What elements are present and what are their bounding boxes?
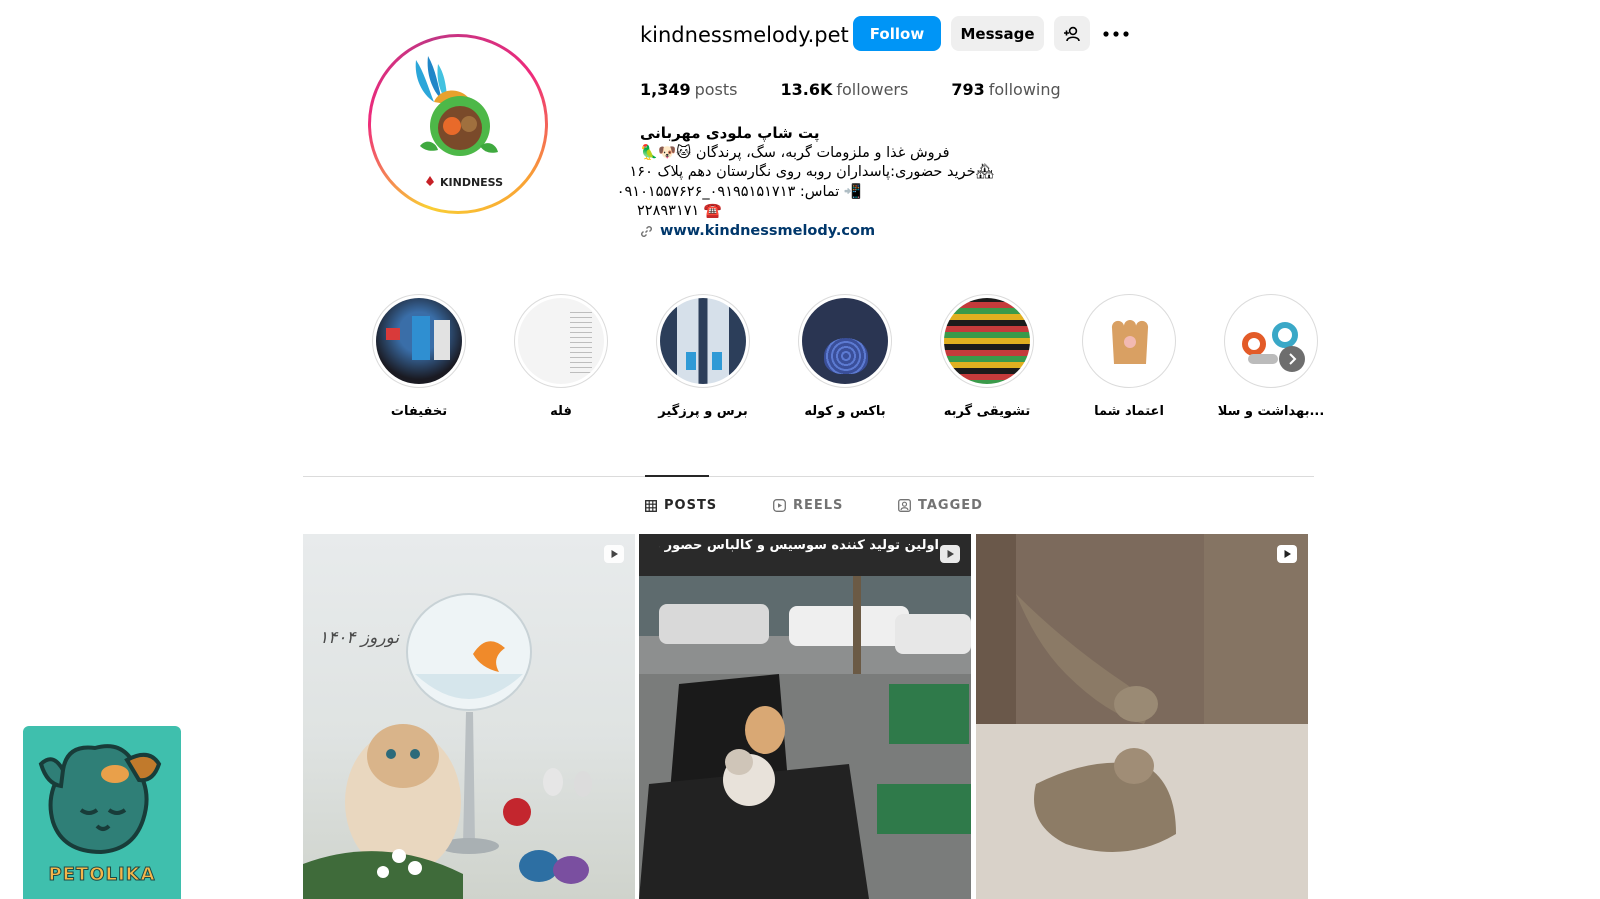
post-image-cat-fishbowl (303, 593, 592, 899)
post-image-street-cats (639, 534, 971, 899)
tab-posts-label: POSTS (664, 498, 718, 513)
followers-stat[interactable]: 13.6K followers (781, 80, 909, 99)
post-item[interactable] (976, 534, 1308, 899)
highlight-item[interactable]: اعتماد شما (1058, 294, 1200, 419)
profile-username: kindnessmelody.pet (640, 23, 849, 47)
paw-glove-icon (1111, 320, 1149, 364)
highlight-cover-cat-treats (944, 298, 1030, 384)
post-item[interactable]: اولین تولید کننده سوسیس و کالباس حصور مش… (639, 534, 971, 899)
options-button[interactable] (1096, 16, 1136, 51)
highlight-item[interactable]: تشویقی گربه (916, 294, 1058, 419)
highlight-cover-discounts (376, 298, 462, 384)
followers-count: 13.6K (780, 80, 833, 99)
highlight-cover-ring (656, 294, 750, 388)
bio-line-3: 📲 تماس: ۰۹۱۹۵۱۵۱۷۱۳_۰۹۱۰۱۵۵۷۶۲۶ (616, 183, 862, 200)
pet-faces-logo-icon (38, 744, 162, 855)
highlight-cover-ring (1082, 294, 1176, 388)
highlight-cover-hygiene (1228, 298, 1314, 384)
posts-count: 1,349 (640, 80, 691, 99)
link-icon (641, 225, 652, 237)
highlight-item[interactable]: برس و پرزگیر (632, 294, 774, 419)
bio-name: پت شاپ ملودی مهربانی (640, 124, 820, 142)
highlight-item[interactable]: فله (490, 294, 632, 419)
highlight-label: باکس و کوله (804, 404, 886, 419)
highlight-cover-bulk (518, 298, 604, 384)
add-user-icon (1064, 26, 1080, 41)
highlight-cover-ring (514, 294, 608, 388)
grid-icon (645, 499, 657, 512)
tab-tagged-label: TAGGED (918, 498, 983, 513)
followers-label: followers (836, 80, 909, 99)
following-count: 793 (951, 80, 985, 99)
tagged-icon (898, 499, 911, 512)
highlight-cover-trust (1086, 298, 1172, 384)
profile-avatar[interactable]: KINDNESS (368, 34, 548, 214)
posts-label: posts (694, 80, 738, 99)
petolika-watermark: PETOLIKA (23, 726, 181, 899)
post-image-playing-cats (976, 534, 1308, 899)
tab-reels-label: REELS (793, 498, 844, 513)
reels-icon (773, 499, 786, 512)
profile-stats: 1,349 posts 13.6K followers 793 following (640, 80, 1104, 99)
reel-badge-icon (604, 545, 624, 563)
highlight-label: اعتماد شما (1094, 404, 1164, 419)
reel-badge-icon (940, 545, 960, 563)
highlight-label: تشویقی گربه (943, 404, 1031, 419)
highlight-label: فله (550, 404, 572, 419)
highlight-label: برس و پرزگیر (658, 404, 748, 419)
bio-line-4: ☎️ ۲۲۸۹۳۱۷۱ (637, 203, 722, 219)
following-stat[interactable]: 793 following (951, 80, 1060, 99)
reel-badge-icon (1277, 545, 1297, 563)
highlight-label: بهداشت و سلا... (1217, 404, 1325, 419)
suggested-users-button[interactable] (1054, 16, 1090, 51)
bio-website-link[interactable]: www.kindnessmelody.com (640, 222, 1000, 242)
highlights-next-button[interactable] (1279, 346, 1305, 372)
tab-tagged[interactable]: TAGGED (898, 498, 983, 513)
bio-line-2: 🏘خرید حضوری:پاسداران روبه روی نگارستان د… (629, 164, 995, 180)
bio-line-1: فروش غذا و ملزومات گربه، سگ، پرندگان 🐱🐶🦜 (640, 144, 950, 161)
avatar-brand-text: KINDNESS (440, 176, 504, 189)
message-button[interactable]: Message (951, 16, 1044, 51)
highlight-item[interactable]: تخفیفات (348, 294, 490, 419)
chevron-right-icon (1289, 353, 1297, 365)
post-item[interactable]: نوروز ۱۴۰۴ (303, 534, 635, 899)
highlight-item[interactable]: بهداشت و سلا... (1200, 294, 1342, 419)
post-overlay-text: اولین تولید کننده سوسیس و کالباس حصور مش… (659, 538, 939, 553)
tab-reels[interactable]: REELS (773, 498, 843, 513)
highlight-cover-bags (802, 298, 888, 384)
profile-bio: پت شاپ ملودی مهربانی فروش غذا و ملزومات … (616, 124, 1000, 242)
avatar-frame: KINDNESS (371, 37, 545, 211)
posts-stat: 1,349 posts (640, 80, 738, 99)
avatar-logo: KINDNESS (376, 42, 540, 206)
website-link-text: www.kindnessmelody.com (660, 222, 876, 239)
active-tab-indicator (645, 475, 709, 477)
highlight-item[interactable]: باکس و کوله (774, 294, 916, 419)
highlight-cover-ring (940, 294, 1034, 388)
highlight-label: تخفیفات (390, 404, 448, 419)
follow-button[interactable]: Follow (853, 16, 941, 51)
highlight-cover-ring (372, 294, 466, 388)
watermark-text: PETOLIKA (48, 864, 156, 886)
highlight-cover-ring (1224, 294, 1318, 388)
tabs-divider (303, 476, 1314, 477)
following-label: following (988, 80, 1061, 99)
highlight-cover-ring (798, 294, 892, 388)
more-options-icon (1103, 30, 1129, 37)
highlight-cover-brushes (660, 298, 746, 384)
story-highlights: تخفیفات فله برس و پرزگیر باکس و کوله تشو… (348, 294, 1342, 419)
tab-posts[interactable]: POSTS (645, 498, 717, 513)
